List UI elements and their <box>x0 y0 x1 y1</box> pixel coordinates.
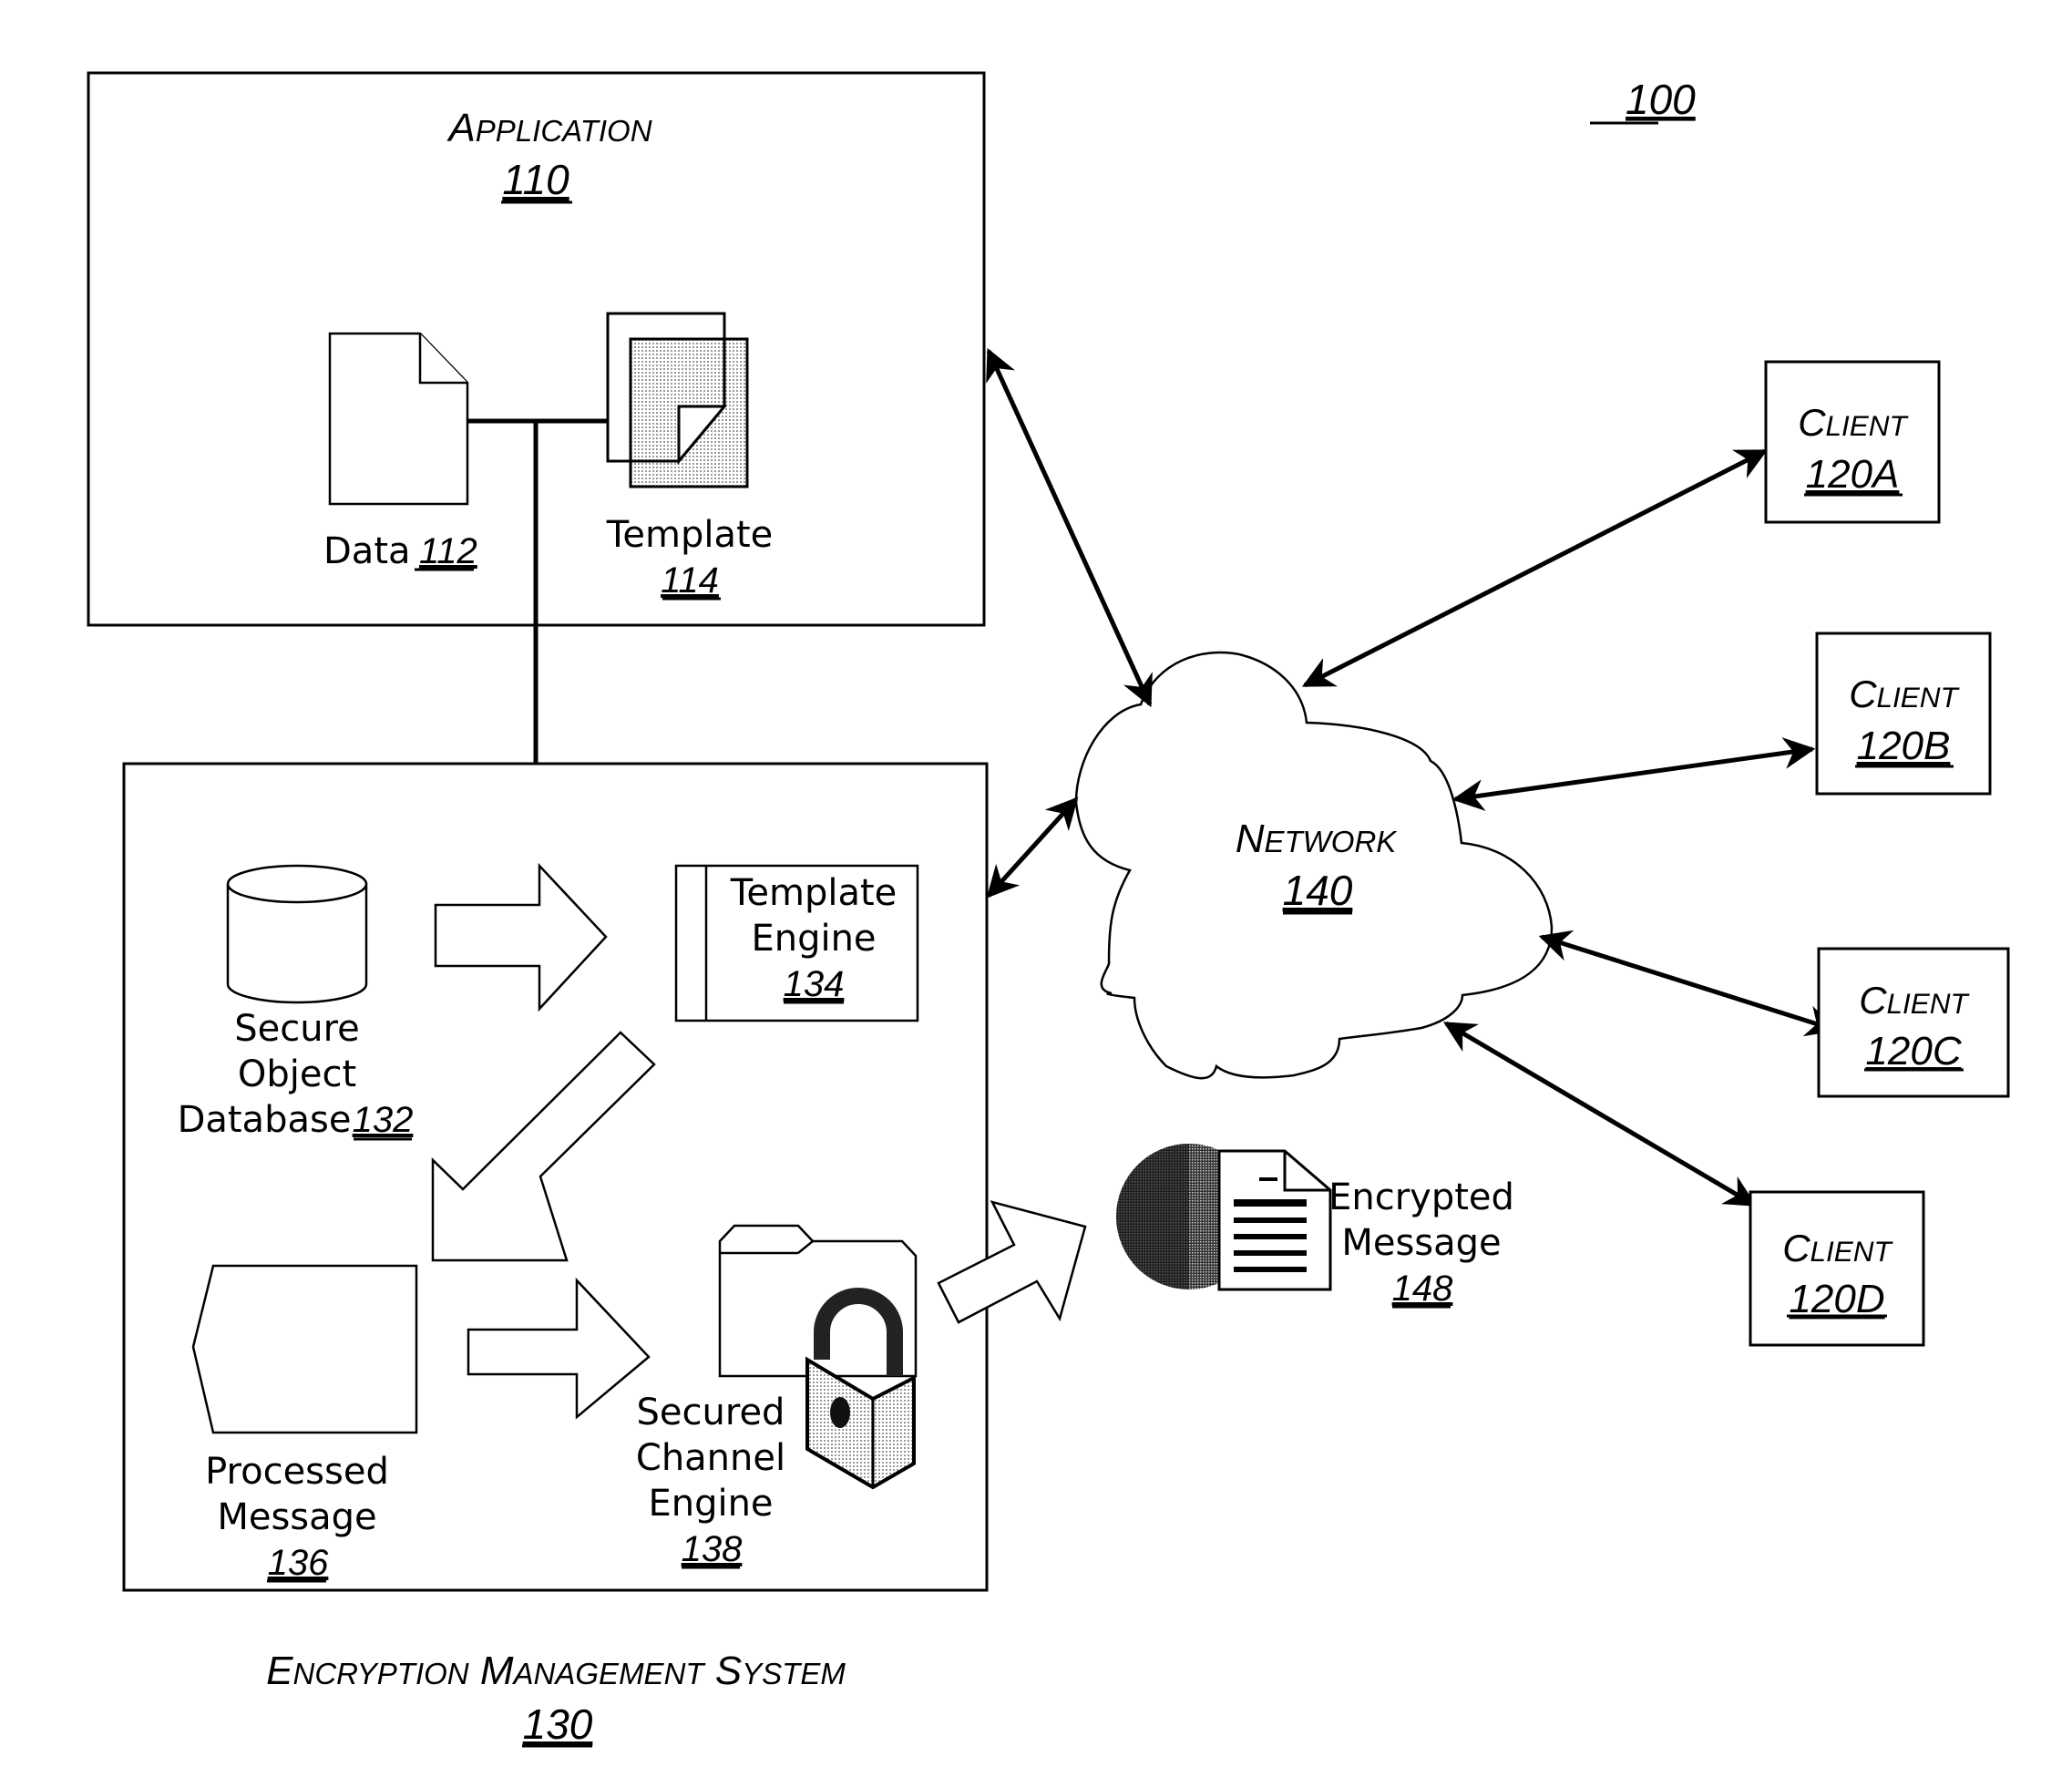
secure-object-database-line-2: Object <box>238 1053 356 1095</box>
ems-network-arrow <box>986 796 1079 899</box>
network-number: 140 <box>1283 867 1353 914</box>
encrypted-message-number: 148 <box>1392 1269 1453 1309</box>
secured-channel-number: 138 <box>682 1529 743 1569</box>
figure-number: 100 <box>1626 76 1696 123</box>
template-engine-line-2: Engine <box>751 918 876 960</box>
client-120b-number: 120B <box>1857 724 1951 768</box>
ems-title: ENCRYPTION MANAGEMENT SYSTEM <box>266 1649 846 1693</box>
secured-channel-line-2: Channel <box>636 1437 785 1479</box>
encrypted-message-line-2: Message <box>1341 1222 1501 1264</box>
client-120b: CLIENT 120B <box>1815 632 1992 796</box>
template-label: Template <box>606 514 774 556</box>
template-number: 114 <box>661 560 719 601</box>
network-client-c-arrow <box>1538 930 1839 1037</box>
client-120a: CLIENT 120A <box>1764 360 1941 524</box>
secure-object-database-line-3: Database <box>178 1099 352 1141</box>
secured-channel-line-3: Engine <box>648 1483 773 1525</box>
data-number: 112 <box>419 531 477 571</box>
data-label: Data <box>323 530 411 572</box>
processed-message-number: 136 <box>268 1543 329 1583</box>
client-120a-number: 120A <box>1806 452 1900 497</box>
client-120d: CLIENT 120D <box>1749 1190 1925 1347</box>
client-120c: CLIENT 120C <box>1817 947 2010 1098</box>
template-engine-number: 134 <box>784 964 845 1004</box>
secure-object-database-number: 132 <box>353 1100 414 1140</box>
network-cloud <box>1074 651 1554 1080</box>
database-cylinder-icon <box>226 864 368 1004</box>
network-client-a-arrow <box>1301 448 1769 688</box>
globe-document-icon <box>1116 1144 1332 1291</box>
processed-message-line-1: Processed <box>205 1451 389 1493</box>
client-120c-number: 120C <box>1865 1029 1962 1074</box>
secured-channel-line-1: Secured <box>637 1392 785 1433</box>
application-number: 110 <box>502 156 569 203</box>
encrypted-message-line-1: Encrypted <box>1328 1176 1514 1218</box>
ems-number: 130 <box>523 1700 593 1748</box>
template-engine-line-1: Template <box>730 872 898 914</box>
processed-message-line-2: Message <box>217 1496 376 1538</box>
application-network-arrow <box>986 347 1153 708</box>
template-document-icon <box>606 312 749 488</box>
message-shape-icon <box>191 1264 418 1434</box>
secure-object-database-line-1: Secure <box>234 1008 360 1050</box>
network-client-b-arrow <box>1451 737 1816 811</box>
